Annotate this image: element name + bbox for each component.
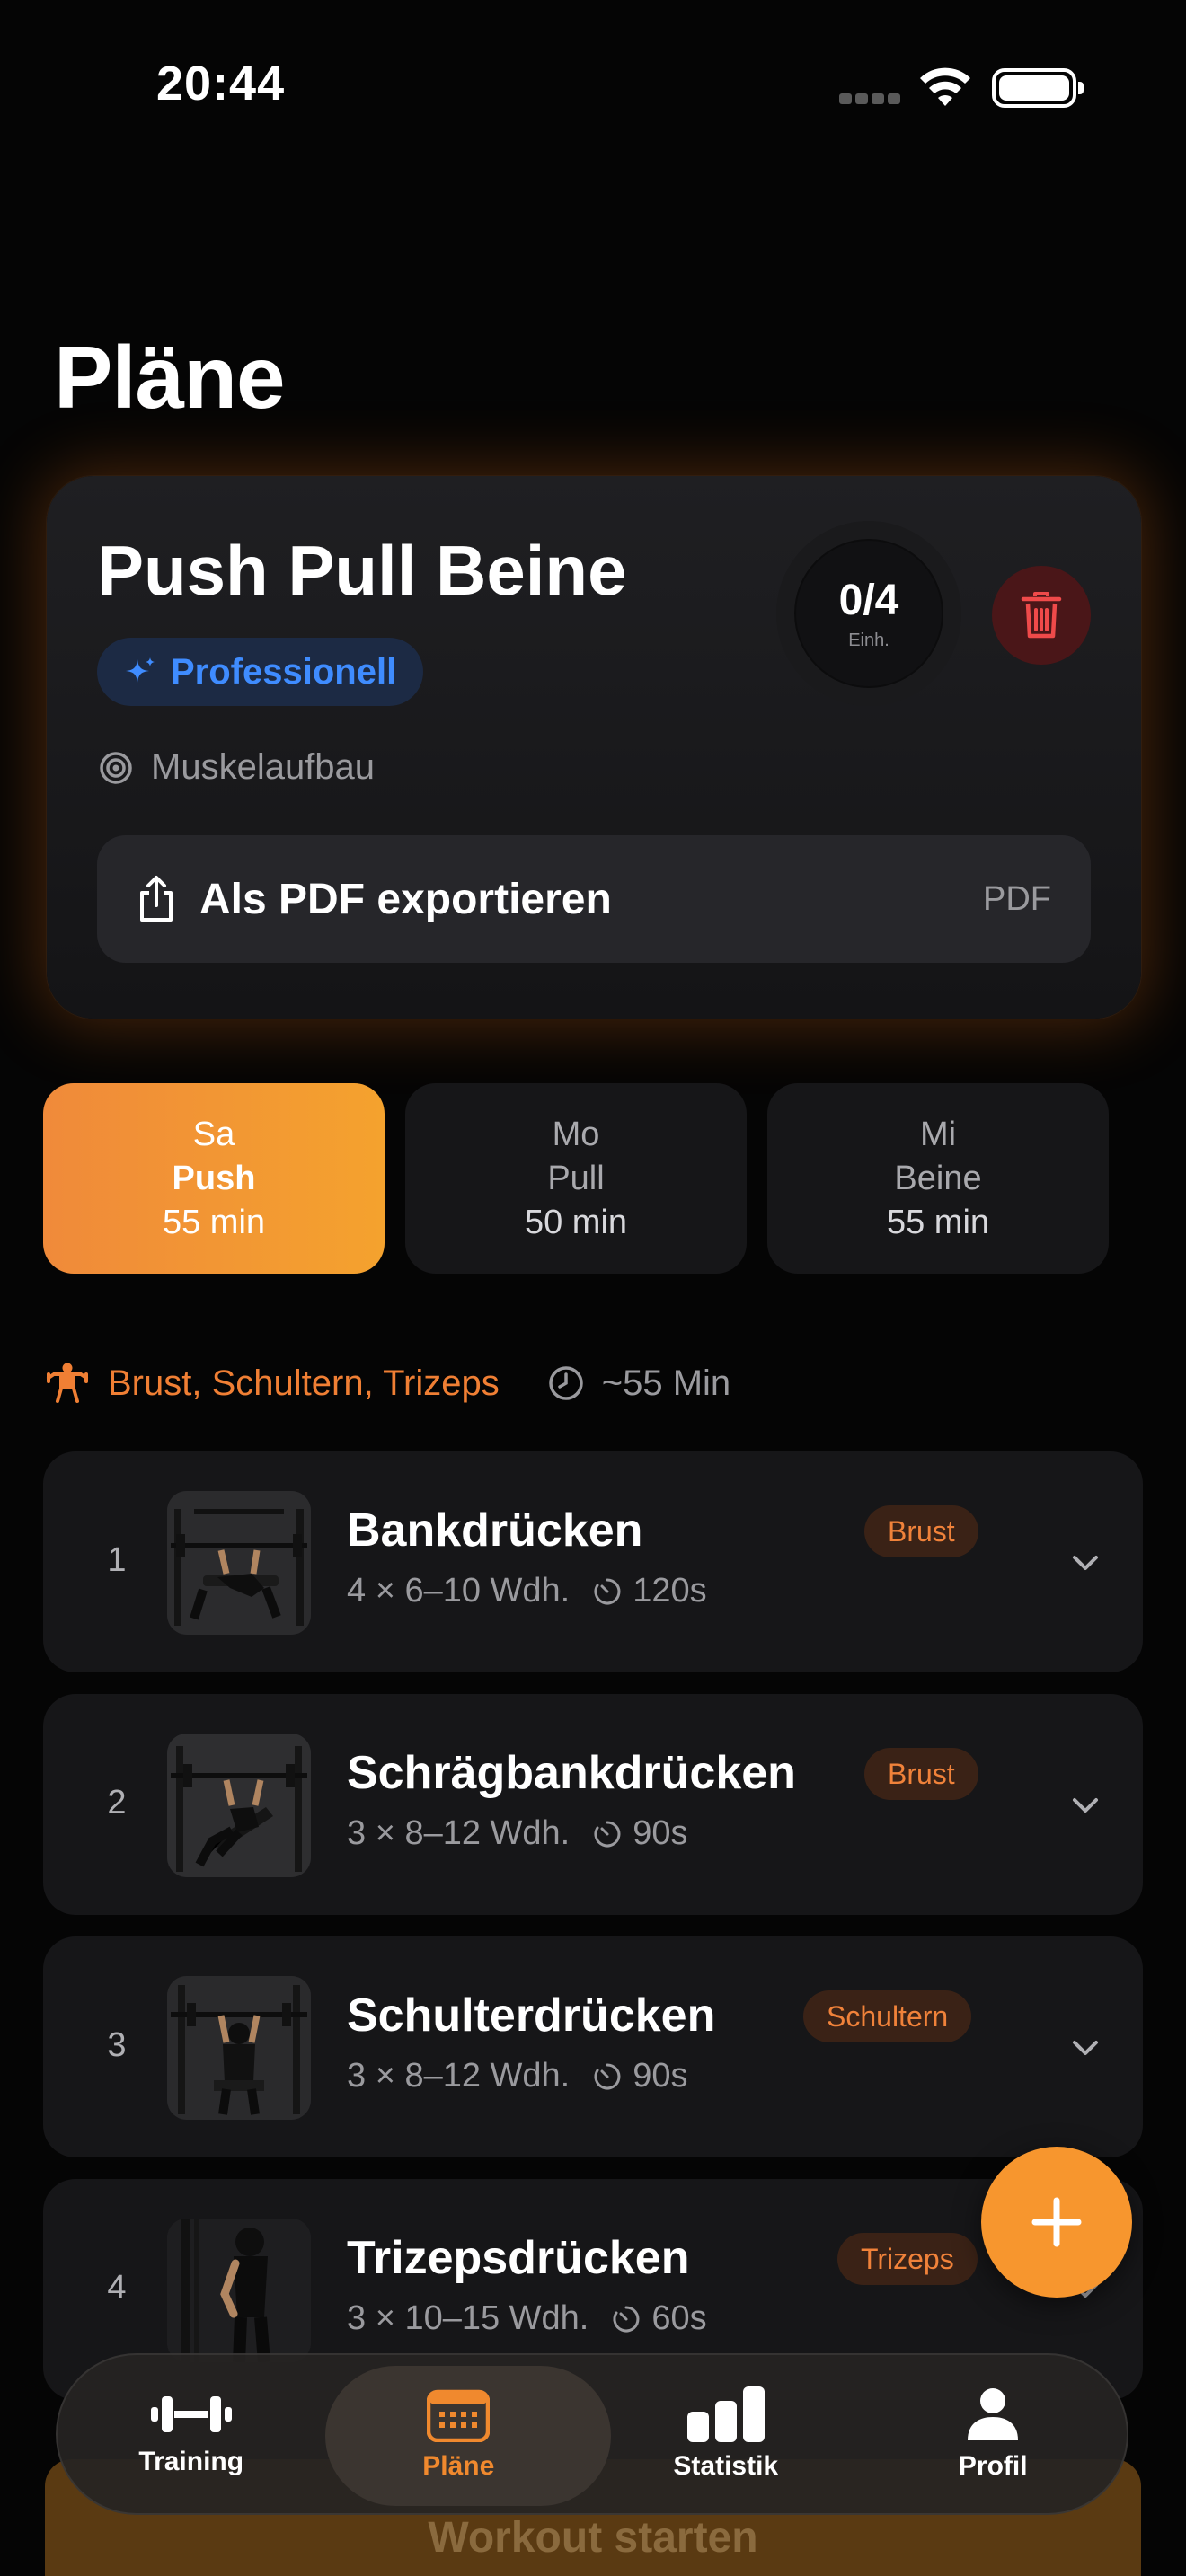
day-label: Mi <box>919 1115 957 1153</box>
day-duration: 50 min <box>524 1203 628 1241</box>
tab-training[interactable]: Training <box>58 2355 325 2513</box>
exercise-name: Trizepsdrücken <box>347 2232 690 2284</box>
exercise-card[interactable]: 1 Bankdrücken 4 × 6–10 Wdh. 120s Brust <box>43 1451 1143 1672</box>
exercise-number: 1 <box>107 1541 127 1579</box>
day-label: Mo <box>552 1115 600 1153</box>
exercise-meta: 3 × 8–12 Wdh. 90s <box>347 1814 688 1853</box>
goal-label: Muskelaufbau <box>151 747 376 787</box>
muscle-figure-icon <box>47 1363 88 1403</box>
share-icon <box>140 876 173 922</box>
plan-goal: Muskelaufbau <box>99 747 375 788</box>
trash-icon <box>1021 592 1062 639</box>
day-duration: 55 min <box>886 1203 990 1241</box>
level-label: Professionell <box>171 651 397 692</box>
exercise-thumbnail <box>167 1976 311 2120</box>
dumbbell-icon <box>150 2396 232 2432</box>
person-icon <box>968 2388 1019 2440</box>
day-tab-beine[interactable]: Mi Beine 55 min <box>767 1083 1109 1274</box>
delete-plan-button[interactable] <box>992 566 1091 665</box>
chevron-down-icon[interactable] <box>1067 2030 1103 2066</box>
exercise-meta: 4 × 6–10 Wdh. 120s <box>347 1572 707 1610</box>
tab-bar: Training Pläne Statistik Profil <box>56 2353 1128 2515</box>
tab-label: Statistik <box>673 2451 779 2481</box>
exercise-thumbnail <box>167 1491 311 1635</box>
export-label: Als PDF exportieren <box>199 875 612 923</box>
chevron-down-icon[interactable] <box>1067 1545 1103 1581</box>
muscle-tag: Trizeps <box>837 2233 978 2285</box>
exercise-sets: 4 × 6–10 Wdh. <box>347 1572 571 1610</box>
day-label: Sa <box>192 1115 235 1153</box>
exercise-number: 4 <box>107 2269 127 2307</box>
exercise-rest: 90s <box>633 2057 688 2095</box>
exercise-sets: 3 × 8–12 Wdh. <box>347 1814 571 1852</box>
plus-icon <box>1031 2197 1082 2247</box>
exercise-thumbnail <box>167 1734 311 1877</box>
day-tab-pull[interactable]: Mo Pull 50 min <box>405 1083 747 1274</box>
day-duration: 55 min <box>162 1203 266 1241</box>
progress-unit: Einh. <box>848 631 890 650</box>
tab-profil[interactable]: Profil <box>860 2355 1128 2513</box>
progress-value: 0/4 <box>838 577 899 624</box>
exercise-sets: 3 × 10–15 Wdh. <box>347 2299 589 2337</box>
tab-statistik[interactable]: Statistik <box>592 2355 860 2513</box>
exercise-number: 2 <box>107 1784 127 1822</box>
day-tab-push[interactable]: Sa Push 55 min <box>43 1083 385 1274</box>
tab-label: Pläne <box>422 2451 495 2481</box>
exercise-rest: 90s <box>633 1814 688 1852</box>
muscle-tag: Schultern <box>803 1990 972 2042</box>
timer-icon <box>594 1578 621 1604</box>
exercise-card[interactable]: 2 Schrägbankdrücken 3 × 8–12 Wdh. 90s Br… <box>43 1694 1143 1915</box>
plan-card[interactable]: Push Pull Beine Professionell Muskelaufb… <box>47 476 1141 1019</box>
exercise-name: Bankdrücken <box>347 1504 643 1557</box>
wifi-icon <box>920 67 970 106</box>
exercise-card[interactable]: 3 Schulterdrücken 3 × 8–12 Wdh. 90s Schu… <box>43 1936 1143 2157</box>
bar-chart-icon <box>686 2386 765 2442</box>
status-time: 20:44 <box>156 57 286 110</box>
muscle-tag: Brust <box>864 1748 978 1800</box>
progress-ring: 0/4 Einh. <box>776 521 961 706</box>
exercise-name: Schrägbankdrücken <box>347 1747 796 1799</box>
plan-name: Push Pull Beine <box>97 531 627 610</box>
muscle-tag: Brust <box>864 1505 978 1557</box>
target-icon <box>100 751 132 784</box>
exercise-sets: 3 × 8–12 Wdh. <box>347 2057 571 2095</box>
timer-icon <box>613 2306 640 2332</box>
tab-label: Training <box>138 2447 244 2476</box>
battery-icon <box>992 68 1084 108</box>
exercise-meta: 3 × 10–15 Wdh. 60s <box>347 2299 707 2338</box>
timer-icon <box>594 2063 621 2089</box>
clock-icon <box>548 1366 583 1400</box>
day-focus: Push <box>172 1159 256 1197</box>
exercise-meta: 3 × 8–12 Wdh. 90s <box>347 2057 688 2095</box>
exercise-thumbnail <box>167 2219 311 2362</box>
sparkle-icon <box>126 657 155 683</box>
day-focus: Pull <box>547 1159 605 1197</box>
exercise-name: Schulterdrücken <box>347 1989 716 2042</box>
page-title: Pläne <box>54 328 285 427</box>
timer-icon <box>594 1821 621 1847</box>
session-muscles: Brust, Schultern, Trizeps <box>108 1363 500 1403</box>
exercise-rest: 60s <box>651 2299 707 2337</box>
start-workout-label: Workout starten <box>428 2514 758 2562</box>
session-info: Brust, Schultern, Trizeps ~55 Min <box>45 1362 730 1405</box>
tab-plaene[interactable]: Pläne <box>324 2355 611 2513</box>
chevron-down-icon[interactable] <box>1067 1787 1103 1823</box>
export-format-tag: PDF <box>983 879 1051 918</box>
exercise-number: 3 <box>107 2026 127 2064</box>
exercise-rest: 120s <box>633 1572 707 1610</box>
export-pdf-button[interactable]: Als PDF exportieren PDF <box>97 835 1091 963</box>
add-exercise-button[interactable] <box>981 2147 1132 2298</box>
status-bar: 20:44 <box>0 0 1186 180</box>
calendar-icon <box>427 2389 491 2442</box>
tab-label: Profil <box>958 2451 1028 2481</box>
session-duration: ~55 Min <box>601 1363 731 1403</box>
cellular-signal-icon <box>839 93 902 104</box>
level-badge: Professionell <box>97 638 424 706</box>
day-focus: Beine <box>894 1159 982 1197</box>
